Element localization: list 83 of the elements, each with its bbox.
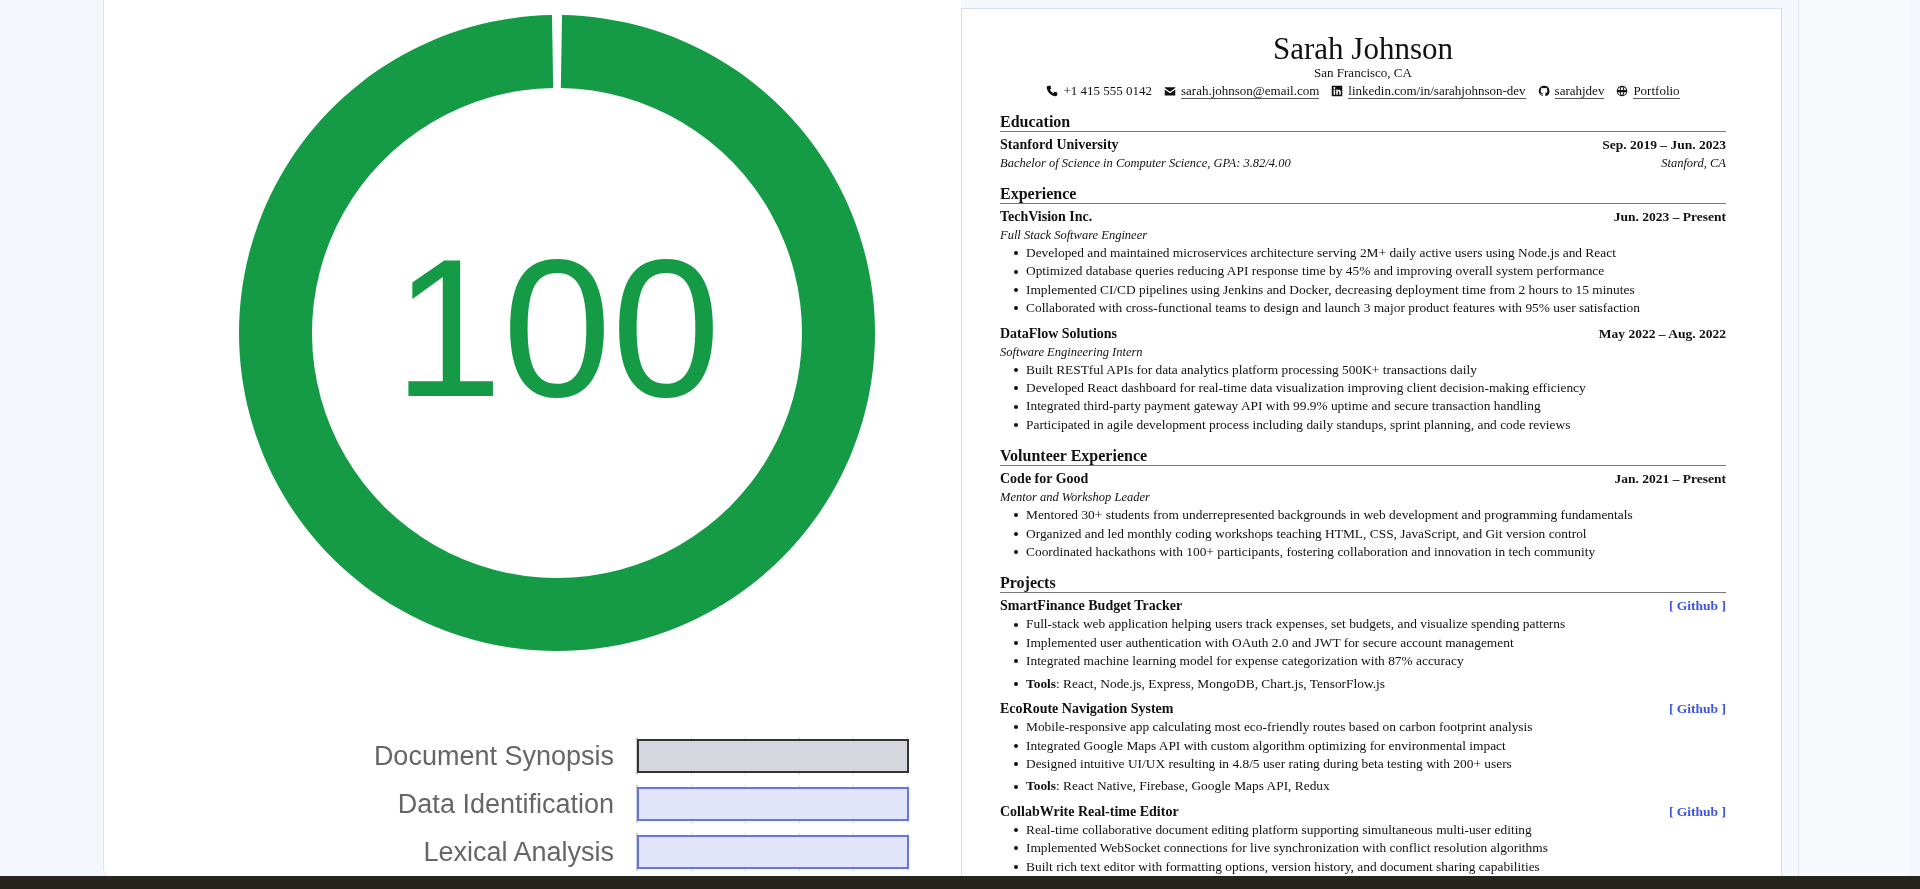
bullet-dot — [1014, 622, 1018, 627]
bullet-text: Collaborated with cross-functional teams to design and launch 3 major product features with 95% user satisfaction — [1026, 299, 1640, 318]
bullet-text: Mobile-responsive app calculating most eco-friendly routes based on carbon footprint analysis — [1026, 718, 1533, 737]
entry-title: DataFlow Solutions — [1000, 324, 1118, 343]
score-value: 100 — [393, 231, 721, 428]
entry-subtitle: Software Engineering Intern — [1000, 343, 1143, 361]
bullet-dot — [1014, 251, 1018, 256]
globe-icon — [1616, 85, 1629, 97]
bullet-text: Mentored 30+ students from underrepresented backgrounds in web development and programming fundamentals — [1026, 506, 1633, 525]
bullet-dot — [1014, 743, 1018, 748]
bar-label: Document Synopsis — [372, 740, 615, 773]
tools-text: Tools: React, Node.js, Express, MongoDB, Chart.js, TensorFlow.js — [1026, 674, 1385, 693]
github-link[interactable]: [ Github ] — [1669, 700, 1726, 719]
entry-date: Jan. 2021 – Present — [1614, 470, 1726, 489]
tools-text: Tools: React Native, Firebase, Google Maps API, Redux — [1026, 777, 1330, 796]
bullet-dot — [1014, 681, 1018, 686]
phone-icon — [1046, 85, 1059, 97]
bullet-text: Real-time collaborative document editing platform supporting simultaneous multi-user editing — [1026, 820, 1532, 839]
bullet-dot — [1014, 404, 1018, 409]
section-heading: Experience — [1000, 184, 1726, 204]
github-icon — [1537, 85, 1550, 97]
bullet-text: Implemented user authentication with OAuth 2.0 and JWT for secure account management — [1026, 633, 1514, 652]
entry-title: SmartFinance Budget Tracker — [1000, 597, 1183, 616]
bullet-text: Integrated third-party payment gateway API with 99.9% uptime and secure transaction handling — [1026, 397, 1541, 416]
bullet-dot — [1014, 827, 1018, 832]
entry-title: EcoRoute Navigation System — [1000, 700, 1174, 719]
bullet-text: Implemented CI/CD pipelines using Jenkins and Docker, decreasing deployment time from 2 hours to 15 minutes — [1026, 280, 1635, 299]
envelope-icon — [1163, 85, 1176, 97]
bullet-dot — [1014, 659, 1018, 664]
entry-subtitle: Mentor and Workshop Leader — [1000, 489, 1150, 507]
bullet-text: Built rich text editor with formatting options, version history, and document sharing capabilities — [1026, 857, 1540, 876]
bullet-text: Organized and led monthly coding workshops teaching HTML, CSS, JavaScript, and Git version control — [1026, 524, 1587, 543]
bullet-text: Participated in agile development process including daily standups, sprint planning, and code reviews — [1026, 415, 1571, 434]
bar-label: Data Identification — [396, 788, 615, 821]
bullet-text: Developed React dashboard for real-time data visualization improving client decision-making efficiency — [1026, 379, 1586, 398]
bullet-dot — [1014, 531, 1018, 536]
bullet-text: Developed and maintained microservices architecture serving 2M+ daily active users using Node.js and React — [1026, 244, 1616, 262]
contact-link[interactable]: linkedin.com/in/sarahjohnson-dev — [1348, 83, 1526, 99]
resume-location: San Francisco, CA — [1313, 65, 1413, 81]
bullet-text: Built RESTful APIs for data analytics platform processing 500K+ transactions daily — [1026, 360, 1477, 379]
resume-name: Sarah Johnson — [1272, 33, 1454, 65]
bullet-dot — [1014, 367, 1018, 372]
bullet-text: Full-stack web application helping users track expenses, set budgets, and visualize spending patterns — [1026, 615, 1566, 634]
github-link[interactable]: [ Github ] — [1669, 597, 1726, 616]
contact-link[interactable]: sarahjdev — [1554, 83, 1605, 99]
bullet-text: Integrated machine learning model for expense categorization with 87% accuracy — [1026, 652, 1464, 671]
contact-link[interactable]: sarah.johnson@email.com — [1180, 83, 1320, 99]
bullet-dot — [1014, 269, 1018, 274]
bullet-dot — [1014, 513, 1018, 518]
bullet-text: Implemented WebSocket connections for live synchronization with conflict resolution algorithms — [1026, 839, 1548, 858]
entry-title: CollabWrite Real-time Editor — [1000, 802, 1179, 821]
bullet-dot — [1014, 386, 1018, 391]
bullet-dot — [1014, 784, 1018, 789]
bullet-dot — [1014, 725, 1018, 730]
entry-date: Sep. 2019 – Jun. 2023 — [1602, 136, 1726, 154]
entry-subtitle: Bachelor of Science in Computer Science, GPA: 3.82/4.00 — [1000, 155, 1291, 172]
linkedin-icon — [1331, 85, 1344, 97]
entry-title: Stanford University — [1000, 136, 1119, 154]
contact-link[interactable]: Portfolio — [1633, 83, 1680, 99]
bullet-dot — [1014, 864, 1018, 869]
contact-text: +1 415 555 0142 — [1063, 82, 1152, 100]
bullet-text: Coordinated hackathons with 100+ participants, fostering collaboration and innovation in tech community — [1026, 543, 1596, 562]
bullet-dot — [1014, 762, 1018, 767]
bullet-text: Integrated Google Maps API with custom algorithm optimizing for environmental impact — [1026, 736, 1506, 755]
bullet-text: Designed intuitive UI/UX resulting in 4.8/5 user rating during beta testing with 200+ users — [1026, 754, 1512, 773]
bar-label: Lexical Analysis — [422, 836, 615, 869]
bullet-dot — [1014, 288, 1018, 292]
bullet-text: Optimized database queries reducing API response time by 45% and improving overall system performance — [1026, 262, 1605, 281]
github-link[interactable]: [ Github ] — [1669, 802, 1726, 821]
bullet-dot — [1014, 423, 1018, 428]
section-heading: Volunteer Experience — [1000, 446, 1726, 467]
entry-date: May 2022 – Aug. 2022 — [1598, 324, 1726, 343]
bullet-dot — [1014, 846, 1018, 851]
entry-location: Stanford, CA — [1661, 155, 1726, 172]
entry-date: Jun. 2023 – Present — [1613, 208, 1726, 226]
entry-title: TechVision Inc. — [1000, 208, 1093, 226]
bullet-dot — [1014, 550, 1018, 555]
section-heading: Education — [1000, 112, 1726, 132]
bullet-dot — [1014, 306, 1018, 311]
entry-subtitle: Full Stack Software Engineer — [1000, 227, 1148, 244]
entry-title: Code for Good — [1000, 470, 1089, 489]
section-heading: Projects — [1000, 573, 1726, 594]
bullet-dot — [1014, 641, 1018, 646]
